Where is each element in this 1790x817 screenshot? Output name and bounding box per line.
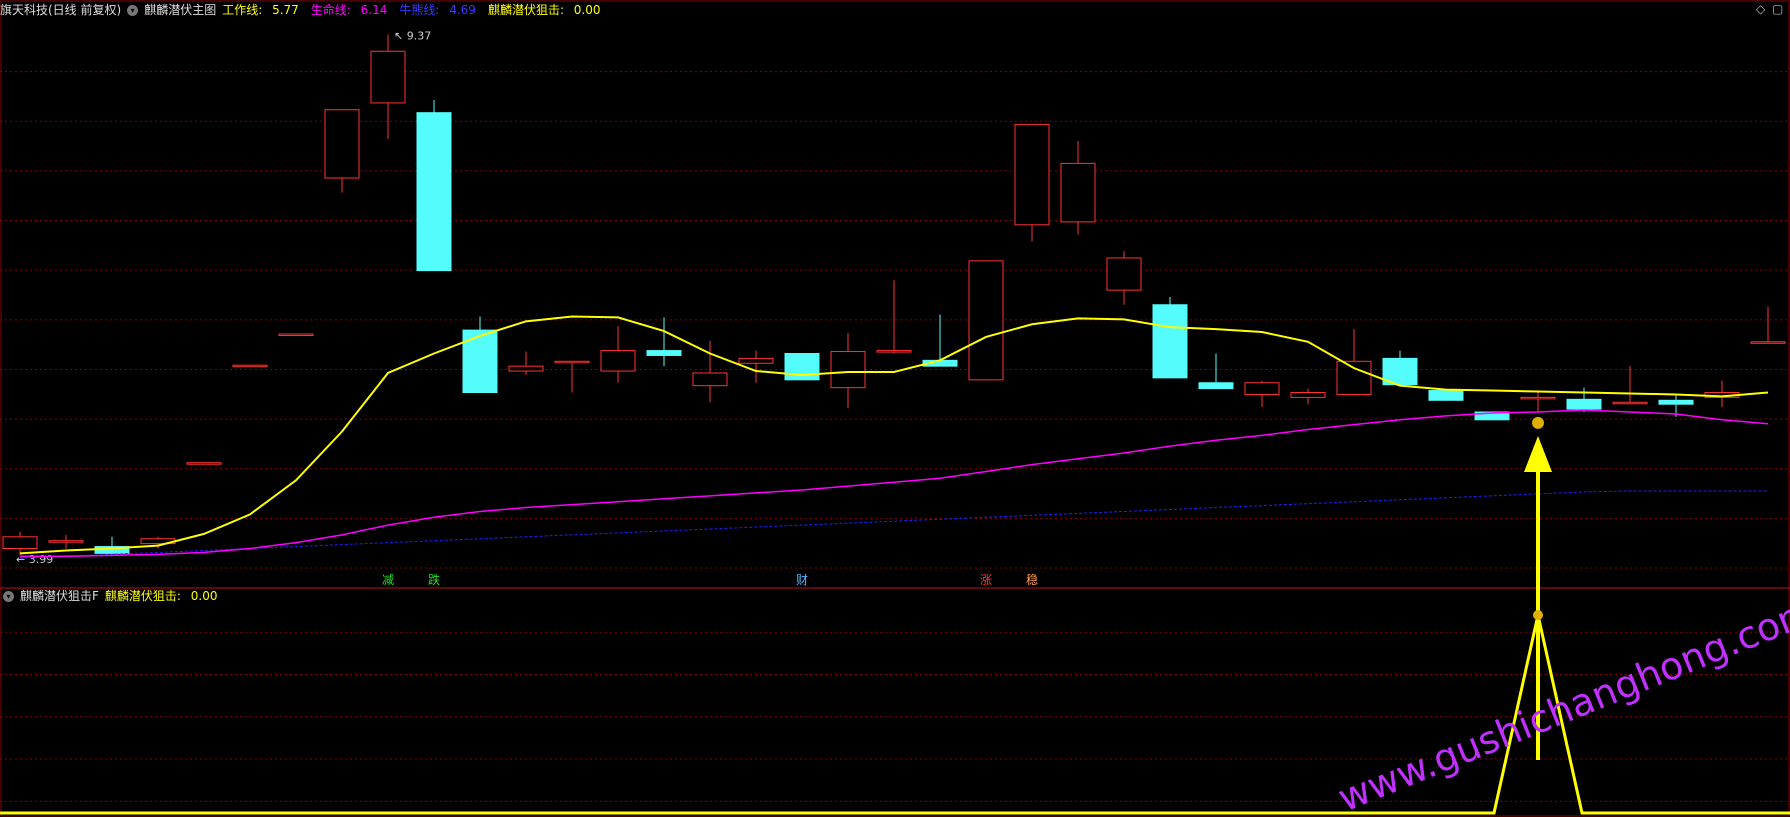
candle-body <box>1014 123 1050 226</box>
candle-body <box>232 364 268 368</box>
low-price-label: ← 3.99 <box>16 553 53 566</box>
candle-body <box>370 50 406 104</box>
work-line-label: 工作线: <box>222 3 267 17</box>
candle-body <box>1428 390 1464 401</box>
life-line-label: 生命线: <box>310 3 355 17</box>
candle-body <box>2 536 38 549</box>
signal-marker: 跌 <box>428 572 440 587</box>
candle-body <box>830 351 866 389</box>
snipe-label: 麒麟潜伏狙击: <box>487 3 568 17</box>
watermark: www.gushichanghong.com <box>1332 589 1790 817</box>
sub-snipe-label: 麒麟潜伏狙击: <box>104 589 185 603</box>
candle-body <box>692 372 728 387</box>
sub-snipe-value: 0.00 <box>190 589 218 603</box>
candle-body <box>554 360 590 364</box>
signal-marker: 减 <box>382 573 394 587</box>
signal-marker: 财 <box>796 573 808 587</box>
main-header: 旗天科技(日线 前复权) ▾ 麒麟潜伏主图 工作线: 5.77 生命线: 6.1… <box>0 0 613 20</box>
candle-body <box>48 540 84 543</box>
candle-body <box>1106 257 1142 291</box>
work-line-readout: 工作线: 5.77 <box>222 0 305 20</box>
candle-body <box>968 260 1004 381</box>
life-line <box>20 409 1769 558</box>
candle-body <box>1198 382 1234 390</box>
signal-marker: 稳 <box>1026 572 1038 587</box>
candle-body <box>876 350 912 353</box>
candle-body <box>1244 382 1280 395</box>
work-line-value: 5.77 <box>272 3 299 17</box>
sub-indicator-name[interactable]: 麒麟潜伏狙击F <box>20 586 99 606</box>
bull-line-readout: 牛熊线: 4.69 <box>399 0 482 20</box>
high-price-label: ↖ 9.37 <box>394 30 431 43</box>
signal-arrow-head <box>1524 436 1552 472</box>
dropdown-icon[interactable]: ▾ <box>3 590 14 602</box>
candle-body <box>1060 162 1096 223</box>
candle-body <box>186 462 222 465</box>
candle-body <box>1612 401 1648 405</box>
candle-body <box>1290 392 1326 398</box>
chart-canvas: ↖ 9.37 ← 3.99 减 跌 财 涨 稳 www.gushichanghong.co… <box>0 0 1790 817</box>
money-bag-icon <box>1532 416 1544 429</box>
candle-body <box>1152 304 1188 379</box>
watermark-text: www.gushichanghong.com <box>1332 589 1790 817</box>
candle-body <box>738 357 774 364</box>
life-line-value: 6.14 <box>360 3 388 17</box>
indicator-name[interactable]: 麒麟潜伏主图 <box>144 0 216 20</box>
signal-marker: 涨 <box>980 572 992 587</box>
candle-body <box>278 333 314 336</box>
bull-line-label: 牛熊线: <box>399 3 444 17</box>
sub-snipe-readout: 麒麟潜伏狙击: 0.00 <box>105 586 224 606</box>
candle-body <box>1520 396 1556 400</box>
bull-line-value: 4.69 <box>449 3 476 17</box>
diamond-icon[interactable]: ◇ <box>1756 2 1765 16</box>
restore-icon[interactable]: ▢ <box>1772 2 1783 16</box>
candle-body <box>1750 341 1786 344</box>
sub-header: ▾ 麒麟潜伏狙击F 麒麟潜伏狙击: 0.00 <box>0 586 229 606</box>
candle-body <box>600 350 636 372</box>
candle-body <box>324 109 360 179</box>
candle-body <box>416 112 452 272</box>
life-line-readout: 生命线: 6.14 <box>311 0 394 20</box>
snipe-readout: 麒麟潜伏狙击: 0.00 <box>488 0 607 20</box>
candlesticks: ↖ 9.37 ← 3.99 <box>2 30 1786 566</box>
bull-line <box>19 490 1768 559</box>
snipe-value: 0.00 <box>573 3 601 17</box>
stock-title[interactable]: 旗天科技(日线 前复权) <box>0 0 121 20</box>
candle-body <box>646 350 682 356</box>
dropdown-icon[interactable]: ▾ <box>127 4 139 16</box>
candle-body <box>1336 360 1372 395</box>
candle-body <box>1566 398 1602 410</box>
candle-body <box>508 365 544 372</box>
candle-body <box>1658 399 1694 405</box>
money-bag-icon <box>1533 610 1543 620</box>
